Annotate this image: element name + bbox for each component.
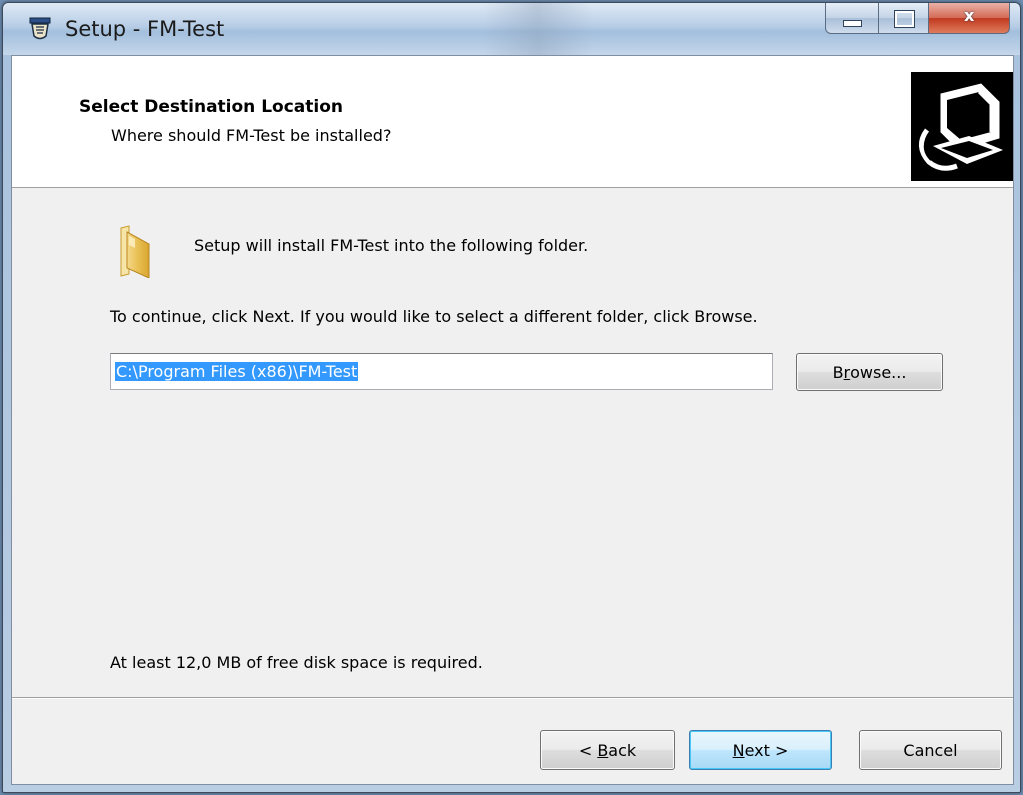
continue-instructions: To continue, click Next. If you would li…	[110, 307, 758, 326]
setup-app-icon	[29, 17, 51, 40]
back-label-pre: <	[578, 740, 598, 760]
back-button[interactable]: < Back	[540, 730, 675, 770]
disk-space-text: At least 12,0 MB of free disk space is r…	[110, 653, 483, 672]
wizard-header: Select Destination Location Where should…	[12, 56, 1013, 188]
install-folder-text: Setup will install FM-Test into the foll…	[194, 236, 589, 255]
minimize-icon	[843, 20, 862, 27]
window-title: Setup - FM-Test	[65, 17, 225, 41]
back-label-post: ack	[608, 740, 637, 760]
maximize-icon	[893, 10, 915, 28]
title-bar[interactable]: Setup - FM-Test x	[3, 3, 1020, 55]
computer-install-icon	[911, 72, 1013, 181]
maximize-button[interactable]	[878, 3, 930, 34]
footer-separator	[12, 697, 1013, 699]
browse-label-pre: B	[832, 362, 844, 382]
close-button[interactable]: x	[929, 3, 1010, 34]
close-icon: x	[964, 6, 975, 25]
folder-icon	[120, 225, 150, 278]
next-label-post: ext >	[744, 740, 789, 760]
page-subtitle: Where should FM-Test be installed?	[111, 126, 392, 145]
wizard-page: Select Destination Location Where should…	[11, 55, 1014, 785]
back-label-accel: B	[597, 740, 609, 760]
setup-window: Setup - FM-Test x Select Destination Loc…	[2, 2, 1021, 793]
title-bar-glass	[483, 3, 593, 55]
page-title: Select Destination Location	[79, 97, 343, 117]
next-button[interactable]: Next >	[689, 730, 832, 770]
minimize-button[interactable]	[825, 3, 879, 34]
destination-path-input[interactable]: C:\Program Files (x86)\FM-Test	[110, 353, 773, 390]
next-label-accel: N	[732, 740, 745, 760]
caption-buttons: x	[825, 3, 1010, 34]
cancel-button[interactable]: Cancel	[859, 730, 1002, 770]
browse-label-post: owse...	[850, 362, 907, 382]
browse-button[interactable]: Br owse...	[796, 353, 943, 391]
destination-path-value: C:\Program Files (x86)\FM-Test	[115, 362, 359, 381]
browse-label-accel: r	[843, 362, 851, 382]
